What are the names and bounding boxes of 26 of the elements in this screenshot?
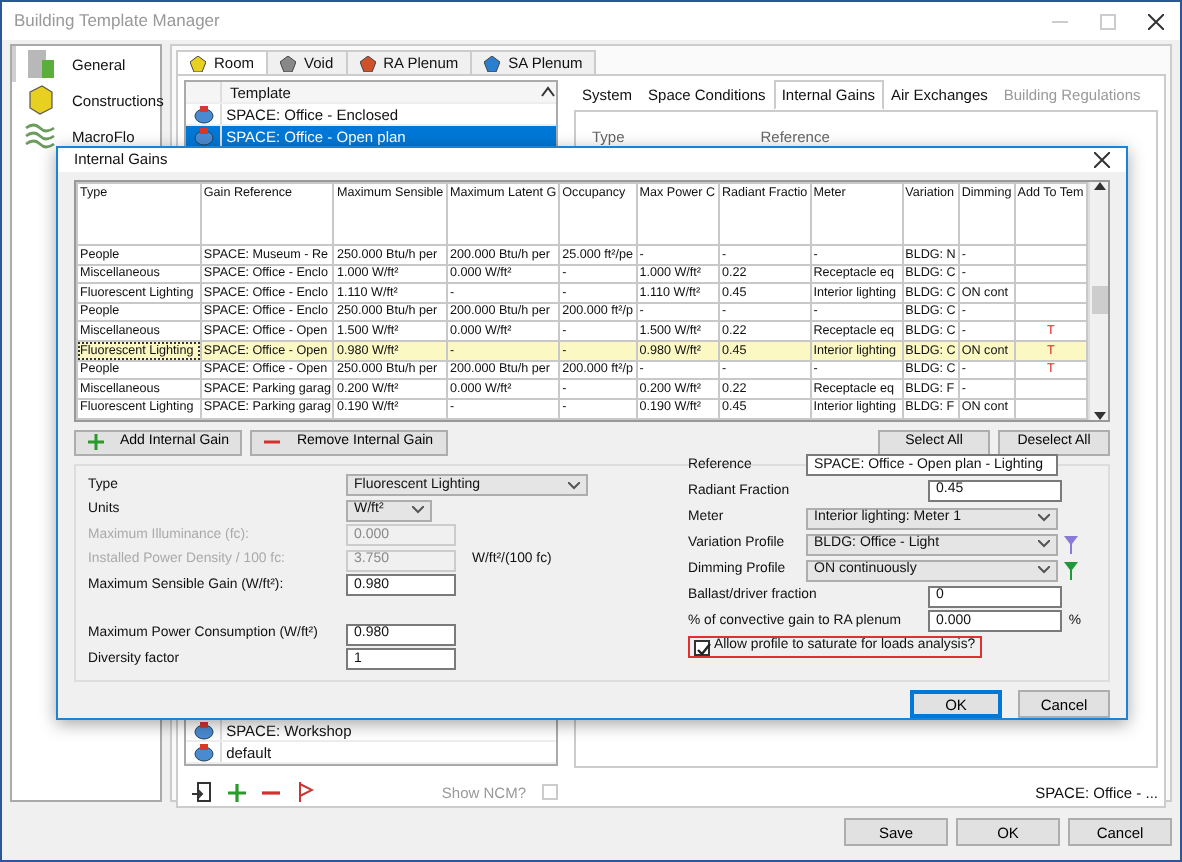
chevron-icon — [1038, 566, 1050, 575]
check-icon — [696, 641, 712, 658]
filter-icon[interactable] — [1064, 535, 1078, 554]
chevron-icon — [1038, 514, 1050, 523]
chevron-icon — [412, 506, 424, 515]
chevron-icon — [568, 481, 580, 490]
copy-icon[interactable] — [192, 782, 212, 802]
scroll-thumb[interactable] — [1091, 286, 1108, 314]
scroll-up-icon[interactable] — [540, 86, 556, 98]
scroll-down-icon — [1093, 411, 1106, 419]
close-icon[interactable] — [1148, 13, 1164, 29]
scrollbar[interactable] — [1088, 181, 1108, 419]
building-icon — [24, 48, 56, 80]
chevron-icon — [1038, 540, 1050, 549]
window-title: Building Template Manager — [14, 10, 220, 32]
flag-icon[interactable] — [296, 782, 314, 802]
room-icon — [193, 127, 213, 145]
waves-icon — [24, 120, 56, 152]
add-icon[interactable] — [228, 783, 246, 801]
plus-icon — [88, 434, 104, 450]
room-icon — [193, 743, 213, 761]
room-icon — [193, 105, 213, 123]
filter-icon[interactable] — [1064, 561, 1078, 580]
close-icon[interactable] — [1094, 151, 1110, 168]
room-icon — [193, 721, 213, 739]
scroll-up-icon — [1093, 181, 1106, 189]
